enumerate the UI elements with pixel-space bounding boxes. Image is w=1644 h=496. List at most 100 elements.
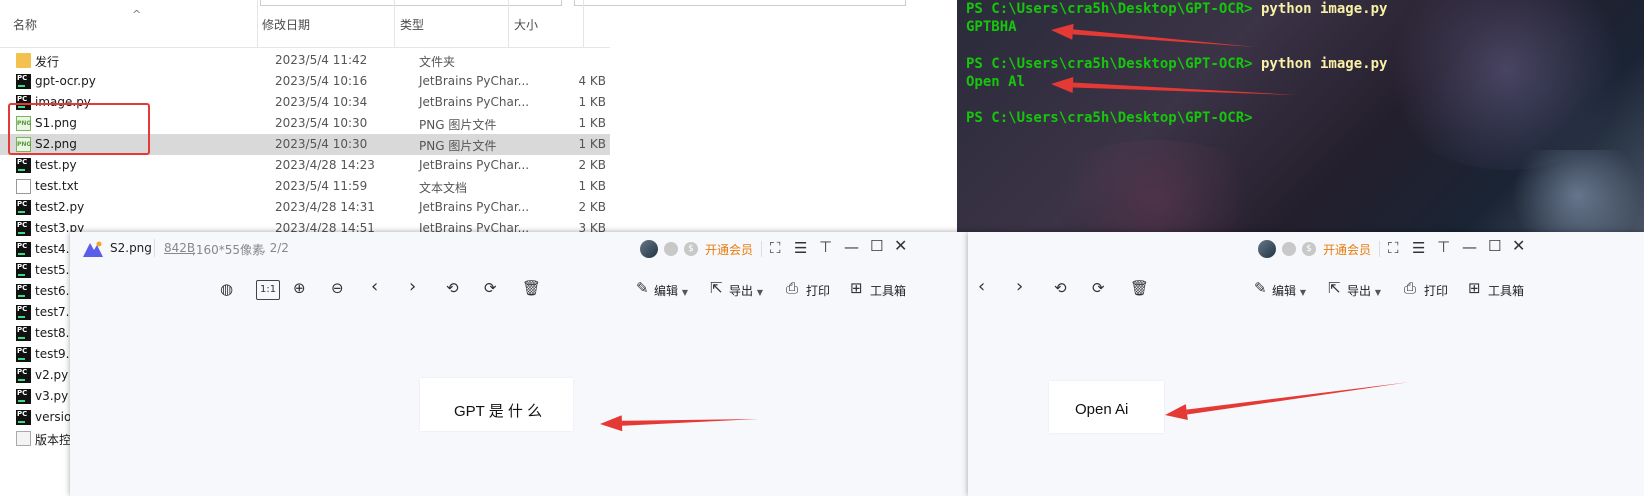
column-header-type[interactable]: 类型 (400, 16, 424, 33)
file-name: test2.py (35, 200, 85, 214)
member-badge-icon[interactable] (1282, 242, 1296, 256)
toolbox-icon: ⊞ (1468, 279, 1481, 297)
mouse-mode-icon[interactable]: ◍ (220, 281, 233, 297)
file-date: 2023/5/4 10:30 (275, 137, 368, 151)
terminal-prompt: PS C:\Users\cra5h\Desktop\GPT-OCR> (966, 110, 1253, 126)
rotate-right-icon[interactable]: ⟳ (1092, 280, 1105, 296)
pycharm-file-icon: PC (16, 263, 31, 278)
pin-icon[interactable]: ⊤ (819, 239, 832, 255)
pycharm-file-icon: PC (16, 326, 31, 341)
coin-icon[interactable]: $ (684, 242, 698, 256)
terminal-line: PS C:\Users\cra5h\Desktop\GPT-OCR> pytho… (966, 1, 1387, 17)
file-date: 2023/5/4 10:34 (275, 95, 368, 109)
file-row[interactable]: PC gpt-ocr.py 2023/5/4 10:16 JetBrains PyCh… (0, 71, 610, 92)
edit-icon: ✎ (1254, 279, 1267, 297)
file-date: 2023/4/28 14:23 (275, 158, 375, 172)
previous-icon[interactable]: ‹ (371, 278, 378, 296)
next-icon[interactable]: › (1016, 278, 1023, 296)
fullscreen-icon[interactable]: ⛶ (1388, 240, 1399, 256)
search-box-fragment[interactable] (574, 0, 906, 6)
export-button[interactable]: 导出 ▼ (1347, 282, 1381, 299)
image-dims-info: ,160*55像素 (192, 243, 264, 257)
rotate-left-icon[interactable]: ⟲ (1054, 280, 1067, 296)
file-size-info[interactable]: 842B (164, 241, 195, 255)
file-size: 4 KB (578, 74, 606, 88)
file-date: 2023/4/28 14:31 (275, 200, 375, 214)
next-icon[interactable]: › (409, 278, 416, 296)
vip-link[interactable]: 开通会员 (705, 241, 753, 258)
edit-label: 编辑 (654, 284, 679, 298)
file-row[interactable]: PC test.py 2023/4/28 14:23 JetBrains PyChar… (0, 155, 610, 176)
highlight-box (8, 103, 150, 155)
file-name: v2.py (35, 368, 69, 382)
edit-label: 编辑 (1272, 284, 1297, 298)
file-size: 1 KB (578, 137, 606, 151)
menu-icon[interactable]: ☰ (794, 240, 807, 256)
file-name: 版本控 (35, 433, 72, 447)
file-size: 1 KB (578, 116, 606, 130)
app-logo-icon (83, 241, 103, 257)
actual-size-button[interactable]: 1:1 (256, 280, 281, 300)
viewer-toolbar: ◍ 1:1 ⊕ ⊖ ‹ › ⟲ ⟳ 🗑 ✎ 编辑 ▼ ⇱ 导出 ▼ ⎙ 打印 ⊞… (70, 272, 968, 308)
toolbox-button[interactable]: 工具箱 (1488, 282, 1524, 299)
pycharm-file-icon: PC (16, 284, 31, 299)
sort-ascending-icon: ^ (132, 8, 142, 21)
image-canvas[interactable]: Open Ai (1049, 381, 1164, 433)
image-viewer-window: S2.png 842B ,160*55像素 , 2/2 $ 开通会员 ⛶ ☰ ⊤… (70, 232, 968, 496)
close-icon[interactable]: ✕ (894, 238, 907, 254)
column-header-name[interactable]: 名称 (13, 16, 37, 33)
zoom-out-icon[interactable]: ⊖ (331, 280, 344, 296)
vip-link[interactable]: 开通会员 (1323, 241, 1371, 258)
column-header-bar: ^ 名称 修改日期 类型 大小 (0, 0, 610, 48)
pycharm-file-icon: PC (16, 305, 31, 320)
column-header-modified[interactable]: 修改日期 (262, 16, 310, 33)
minimize-icon[interactable]: — (1462, 239, 1477, 255)
delete-icon[interactable]: 🗑 (522, 280, 541, 296)
toolbox-button[interactable]: 工具箱 (870, 282, 906, 299)
fullscreen-icon[interactable]: ⛶ (770, 240, 781, 256)
maximize-icon[interactable]: ☐ (870, 238, 883, 254)
viewer-titlebar: S2.png 842B ,160*55像素 , 2/2 $ 开通会员 ⛶ ☰ ⊤… (70, 232, 968, 266)
minimize-icon[interactable]: — (844, 239, 859, 255)
avatar[interactable] (640, 240, 658, 258)
viewer-toolbar: ‹ › ⟲ ⟳ 🗑 ✎ 编辑 ▼ ⇱ 导出 ▼ ⎙ 打印 ⊞ 工具箱 (968, 272, 1644, 308)
edit-button[interactable]: 编辑 ▼ (654, 282, 688, 299)
export-label: 导出 (729, 284, 754, 298)
export-icon: ⇱ (710, 279, 723, 297)
zoom-in-icon[interactable]: ⊕ (293, 280, 306, 296)
rotate-left-icon[interactable]: ⟲ (446, 280, 459, 296)
delete-icon[interactable]: 🗑 (1130, 280, 1149, 296)
powershell-terminal[interactable]: PS C:\Users\cra5h\Desktop\GPT-OCR> pytho… (957, 0, 1644, 232)
file-name: gpt-ocr.py (35, 74, 96, 88)
pycharm-file-icon: PC (16, 74, 31, 89)
file-row[interactable]: 发行 2023/5/4 11:42 文件夹 (0, 50, 610, 71)
print-button[interactable]: 打印 (1424, 282, 1448, 299)
pycharm-file-icon: PC (16, 158, 31, 173)
terminal-prompt: PS C:\Users\cra5h\Desktop\GPT-OCR> (966, 1, 1253, 17)
close-icon[interactable]: ✕ (1512, 238, 1525, 254)
file-row[interactable]: test.txt 2023/5/4 11:59 文本文档 1 KB (0, 176, 610, 197)
image-index-info: , 2/2 (262, 241, 289, 255)
edit-button[interactable]: 编辑 ▼ (1272, 282, 1306, 299)
previous-icon[interactable]: ‹ (978, 278, 985, 296)
file-row[interactable]: PC test2.py 2023/4/28 14:31 JetBrains PyCha… (0, 197, 610, 218)
file-size: 2 KB (578, 158, 606, 172)
terminal-prompt: PS C:\Users\cra5h\Desktop\GPT-OCR> (966, 56, 1253, 72)
rotate-right-icon[interactable]: ⟳ (484, 280, 497, 296)
file-type: JetBrains PyChar... (419, 95, 530, 109)
column-header-size[interactable]: 大小 (514, 16, 538, 33)
menu-icon[interactable]: ☰ (1412, 240, 1425, 256)
coin-icon[interactable]: $ (1302, 242, 1316, 256)
maximize-icon[interactable]: ☐ (1488, 238, 1501, 254)
image-viewer-window: $ 开通会员 ⛶ ☰ ⊤ — ☐ ✕ ‹ › ⟲ ⟳ 🗑 ✎ 编辑 ▼ ⇱ 导出… (968, 232, 1644, 496)
print-button[interactable]: 打印 (806, 282, 830, 299)
member-badge-icon[interactable] (664, 242, 678, 256)
file-date: 2023/5/4 10:30 (275, 116, 368, 130)
file-type: 文件夹 (419, 55, 456, 69)
export-button[interactable]: 导出 ▼ (729, 282, 763, 299)
pin-icon[interactable]: ⊤ (1437, 239, 1450, 255)
file-type: PNG 图片文件 (419, 118, 497, 132)
pycharm-file-icon: PC (16, 347, 31, 362)
avatar[interactable] (1258, 240, 1276, 258)
image-canvas[interactable]: GPT 是 什 么 (420, 378, 573, 431)
